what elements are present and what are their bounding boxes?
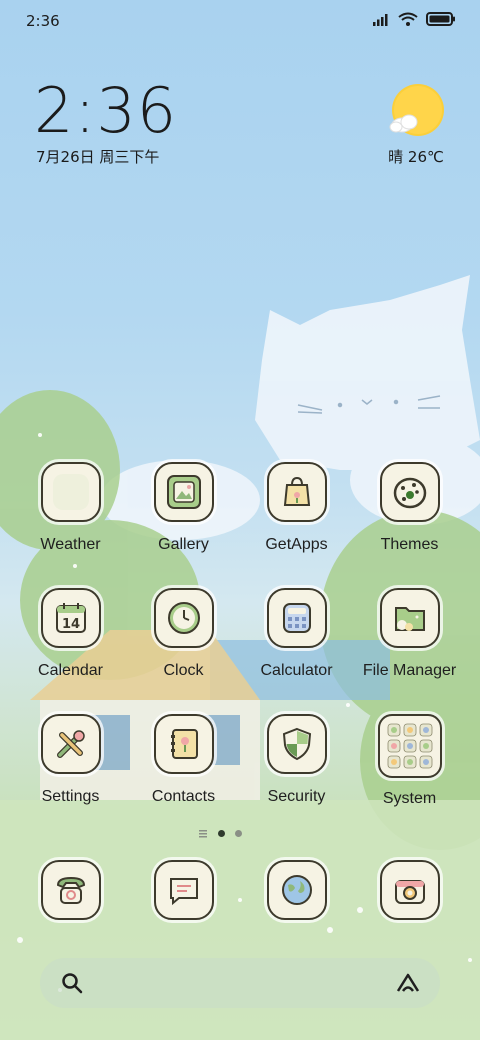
search-bar[interactable] <box>40 958 440 1008</box>
camera-icon <box>379 860 440 920</box>
file-manager-icon <box>379 588 440 648</box>
calendar-badge: 14 <box>61 617 79 632</box>
page-dot[interactable] <box>235 829 242 837</box>
assistant-icon[interactable] <box>394 971 422 995</box>
page-indicator[interactable] <box>198 828 242 838</box>
app-calculator[interactable]: Calculator <box>240 588 353 680</box>
calendar-icon: 14 <box>40 588 101 648</box>
app-getapps[interactable]: GetApps <box>240 462 353 554</box>
dock-browser[interactable] <box>240 860 353 920</box>
app-label: GetApps <box>265 536 328 553</box>
dock-phone[interactable] <box>14 860 127 920</box>
app-clock[interactable]: Clock <box>127 588 240 680</box>
app-label: Weather <box>40 536 101 553</box>
app-contacts[interactable]: Contacts <box>127 714 240 806</box>
app-label: Themes <box>380 536 439 553</box>
dock-messages[interactable] <box>127 860 240 920</box>
dock-camera[interactable] <box>353 860 466 920</box>
app-calendar[interactable]: 14 Calendar <box>14 588 127 680</box>
app-security[interactable]: Security <box>240 714 353 806</box>
browser-icon <box>266 860 327 920</box>
contacts-icon <box>153 714 214 774</box>
wifi-icon <box>398 12 418 26</box>
app-label: Clock <box>163 662 204 679</box>
themes-icon <box>379 462 440 522</box>
app-system-folder[interactable]: System <box>353 714 466 808</box>
calculator-icon <box>266 588 327 648</box>
clock-widget-date[interactable]: 7月26日 周三下午 <box>36 146 159 167</box>
app-gallery[interactable]: Gallery <box>127 462 240 554</box>
getapps-icon <box>266 462 327 522</box>
app-label: Calculator <box>260 662 333 679</box>
weather-widget-temp: 晴 26℃ <box>388 148 444 166</box>
status-bar: 2:36 <box>0 0 480 44</box>
app-themes[interactable]: Themes <box>353 462 466 554</box>
status-time: 2:36 <box>26 12 60 30</box>
app-file-manager[interactable]: File Manager <box>353 588 466 680</box>
clock-widget-time[interactable]: 2:36 <box>34 74 177 147</box>
status-icons <box>372 12 456 26</box>
app-label: Security <box>267 788 326 805</box>
messages-icon <box>153 860 214 920</box>
search-icon[interactable] <box>60 971 84 995</box>
security-icon <box>266 714 327 774</box>
app-label: Gallery <box>158 536 209 553</box>
app-weather[interactable]: Weather <box>14 462 127 554</box>
signal-icon <box>373 14 388 26</box>
weather-widget[interactable]: 晴 26℃ <box>384 84 448 168</box>
phone-icon <box>40 860 101 920</box>
weather-icon <box>40 462 101 522</box>
app-label: Contacts <box>151 788 216 805</box>
battery-icon <box>426 12 455 26</box>
gallery-icon <box>153 462 214 522</box>
app-settings[interactable]: Settings <box>14 714 127 806</box>
app-label: System <box>382 790 437 807</box>
app-label: Settings <box>41 788 100 805</box>
feed-page-icon[interactable] <box>198 828 208 838</box>
system-folder-icon <box>377 714 442 778</box>
app-label: File Manager <box>362 662 457 679</box>
settings-icon <box>40 714 101 774</box>
app-label: Calendar <box>38 662 103 679</box>
page-dot-active[interactable] <box>218 829 225 837</box>
sun-cloud-icon <box>389 84 444 136</box>
clock-icon <box>153 588 214 648</box>
